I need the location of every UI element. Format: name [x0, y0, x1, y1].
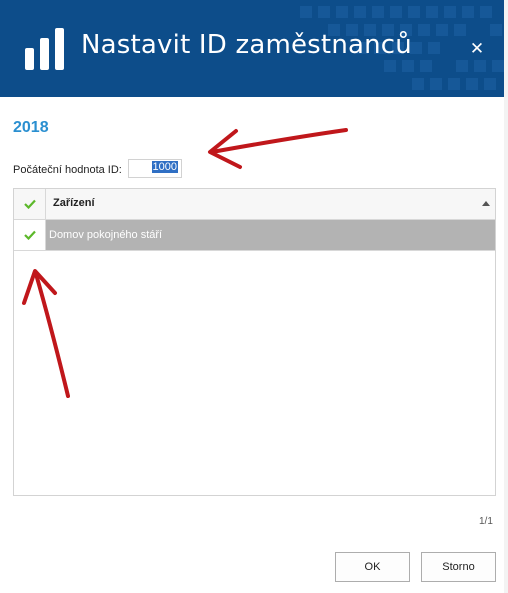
ok-button[interactable]: OK: [335, 552, 410, 582]
dialog-header: Nastavit ID zaměstnanců ✕: [0, 0, 504, 97]
row-checkbox[interactable]: [14, 220, 46, 250]
select-all-check[interactable]: [14, 189, 46, 219]
dialog-title: Nastavit ID zaměstnanců: [81, 30, 412, 60]
column-header-facility[interactable]: Zařízení: [53, 197, 95, 209]
checkmark-icon: [23, 230, 36, 240]
window-edge: [504, 0, 508, 593]
facility-grid: Zařízení Domov pokojného stáří: [13, 188, 496, 496]
start-id-label: Počáteční hodnota ID:: [13, 164, 122, 176]
table-row[interactable]: Domov pokojného stáří: [14, 220, 495, 251]
page-indicator: 1/1: [479, 516, 493, 527]
year-heading: 2018: [13, 119, 49, 136]
close-icon[interactable]: ✕: [466, 38, 488, 60]
start-id-value: 1000: [151, 161, 178, 173]
bar-chart-logo-icon: [25, 28, 64, 70]
row-facility-cell[interactable]: Domov pokojného stáří: [46, 220, 495, 250]
cancel-button[interactable]: Storno: [421, 552, 496, 582]
row-facility-name: Domov pokojného stáří: [49, 229, 163, 241]
grid-header: Zařízení: [14, 189, 495, 220]
checkmark-icon: [23, 199, 36, 209]
annotation-arrow-top: [208, 128, 348, 169]
sort-ascending-icon[interactable]: [482, 201, 490, 206]
start-id-input[interactable]: 1000: [128, 159, 182, 178]
